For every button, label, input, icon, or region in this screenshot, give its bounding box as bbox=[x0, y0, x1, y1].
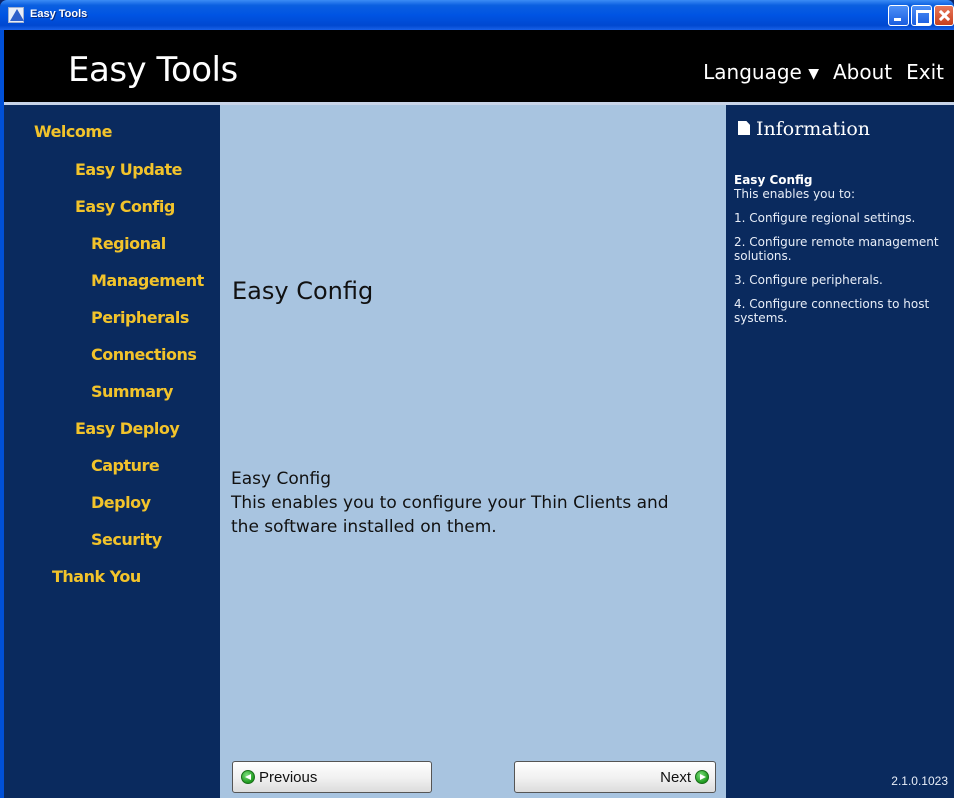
sidebar-item-management[interactable]: Management bbox=[91, 271, 204, 290]
maximize-icon[interactable] bbox=[911, 5, 932, 26]
sidebar-item-capture[interactable]: Capture bbox=[91, 456, 160, 475]
sidebar-item-deploy[interactable]: Deploy bbox=[91, 493, 151, 512]
next-button-label: Next bbox=[660, 769, 691, 786]
minimize-icon[interactable] bbox=[888, 5, 909, 26]
arrow-left-icon bbox=[241, 770, 255, 784]
main-content: Easy Config Easy Config This enables you… bbox=[220, 105, 726, 798]
title-bar: Easy Tools bbox=[0, 0, 954, 30]
information-panel: Information Easy Config This enables you… bbox=[726, 105, 954, 798]
sidebar-item-summary[interactable]: Summary bbox=[91, 382, 173, 401]
description-line-2: the software installed on them. bbox=[231, 517, 497, 537]
arrow-right-icon bbox=[695, 770, 709, 784]
app-header: Easy Tools Language ▼ About Exit bbox=[4, 30, 954, 102]
info-point: 2. Configure remote management solutions… bbox=[734, 235, 939, 263]
information-body: Easy Config This enables you to: 1. Conf… bbox=[734, 173, 954, 335]
info-intro: This enables you to: bbox=[734, 187, 856, 201]
about-link[interactable]: About bbox=[833, 60, 892, 84]
next-button[interactable]: Next bbox=[514, 761, 716, 793]
sidebar-item-connections[interactable]: Connections bbox=[91, 345, 197, 364]
sidebar-item-welcome[interactable]: Welcome bbox=[34, 122, 112, 141]
close-icon[interactable] bbox=[934, 5, 954, 26]
sidebar-item-peripherals[interactable]: Peripherals bbox=[91, 308, 189, 327]
description-line-1: This enables you to configure your Thin … bbox=[231, 493, 669, 513]
sidebar-item-thank-you[interactable]: Thank You bbox=[52, 567, 141, 586]
info-point: 1. Configure regional settings. bbox=[734, 211, 916, 225]
information-heading: Information bbox=[738, 118, 870, 140]
app-title: Easy Tools bbox=[68, 50, 238, 90]
previous-button-label: Previous bbox=[259, 769, 318, 786]
language-label: Language bbox=[703, 60, 802, 84]
sidebar-item-easy-update[interactable]: Easy Update bbox=[75, 160, 182, 179]
page-description: Easy Config This enables you to configur… bbox=[231, 467, 669, 539]
window-title: Easy Tools bbox=[30, 8, 88, 20]
language-menu[interactable]: Language ▼ bbox=[703, 60, 819, 84]
exit-link[interactable]: Exit bbox=[906, 60, 944, 84]
description-heading: Easy Config bbox=[231, 469, 332, 489]
top-menu: Language ▼ About Exit bbox=[703, 60, 944, 84]
app-icon bbox=[8, 7, 24, 23]
page-title: Easy Config bbox=[232, 277, 374, 305]
information-heading-label: Information bbox=[756, 118, 871, 140]
sidebar-item-easy-deploy[interactable]: Easy Deploy bbox=[75, 419, 180, 438]
previous-button[interactable]: Previous bbox=[232, 761, 432, 793]
version-label: 2.1.0.1023 bbox=[891, 774, 948, 788]
info-point: 4. Configure connections to host systems… bbox=[734, 297, 930, 325]
chevron-down-icon: ▼ bbox=[808, 66, 819, 82]
wizard-steps-sidebar: Welcome Easy Update Easy Config Regional… bbox=[4, 105, 220, 798]
sidebar-item-security[interactable]: Security bbox=[91, 530, 162, 549]
sidebar-item-regional[interactable]: Regional bbox=[91, 234, 166, 253]
sidebar-item-easy-config[interactable]: Easy Config bbox=[75, 197, 175, 216]
info-subtitle: Easy Config bbox=[734, 173, 813, 187]
document-icon bbox=[738, 121, 750, 135]
info-point: 3. Configure peripherals. bbox=[734, 273, 883, 287]
